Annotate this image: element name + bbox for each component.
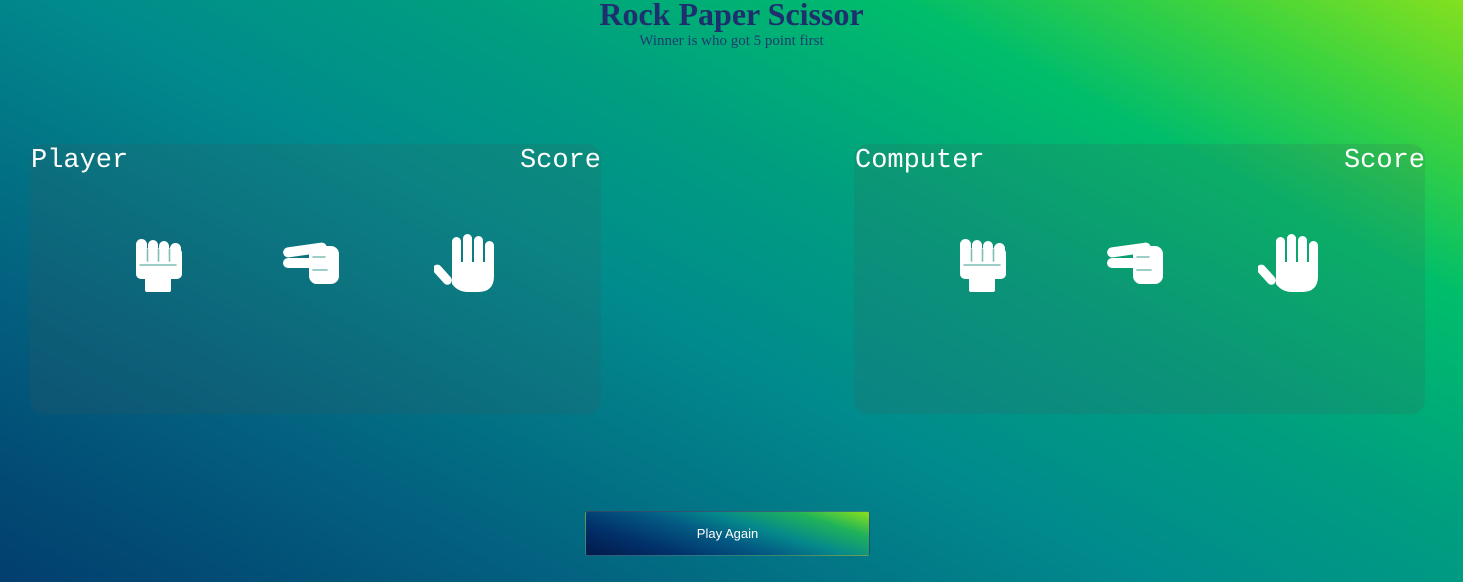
computer-score-label: Score	[1343, 146, 1425, 176]
paper-icon[interactable]	[434, 232, 500, 296]
player-score-label: Score	[519, 146, 601, 176]
computer-panel: Computer Score	[854, 144, 1425, 414]
player-panel: Player Score	[30, 144, 601, 414]
computer-choices	[854, 232, 1425, 296]
page-title: Rock Paper Scissor	[599, 0, 864, 32]
player-panel-header: Player Score	[30, 144, 601, 178]
scissors-icon[interactable]	[279, 232, 345, 296]
paper-icon	[1258, 232, 1324, 296]
scissors-icon	[1103, 232, 1169, 296]
computer-label: Computer	[855, 146, 985, 176]
play-again-button[interactable]: Play Again	[585, 511, 870, 556]
rock-icon[interactable]	[124, 232, 190, 296]
rock-icon	[948, 232, 1014, 296]
computer-panel-header: Computer Score	[854, 144, 1425, 178]
player-choices	[30, 232, 601, 296]
page-subtitle: Winner is who got 5 point first	[639, 33, 824, 49]
player-label: Player	[31, 146, 129, 176]
